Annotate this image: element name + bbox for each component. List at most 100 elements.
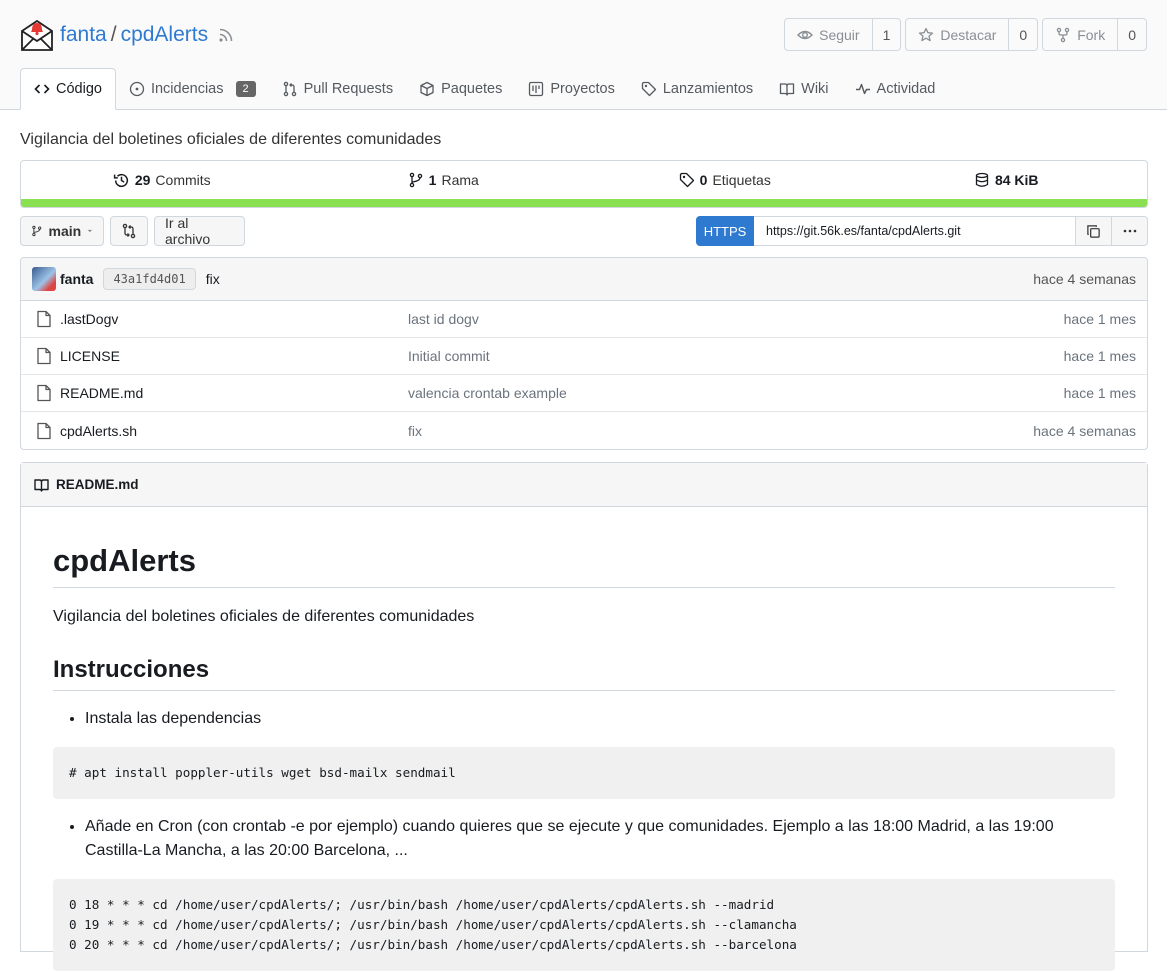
file-name[interactable]: README.md (60, 385, 400, 401)
file-commit-time: hace 1 mes (1063, 348, 1136, 364)
copy-url-button[interactable] (1076, 216, 1112, 246)
commits-label: Commits (155, 172, 211, 188)
tab-packages[interactable]: Paquetes (406, 68, 515, 110)
readme-step-list: Añade en Cron (con crontab -e por ejempl… (53, 815, 1115, 863)
repo-separator: / (110, 23, 117, 46)
file-row[interactable]: LICENSE Initial commit hace 1 mes (21, 338, 1147, 375)
compare-icon (122, 223, 136, 239)
latest-commit: fanta 43a1fd4d01 fix hace 4 semanas (21, 258, 1147, 301)
readme-filename[interactable]: README.md (56, 477, 139, 492)
clone-protocol-button[interactable]: HTTPS (696, 216, 754, 246)
commits-count: 29 (134, 172, 151, 188)
repo-title: fanta / cpdAlerts (20, 16, 234, 54)
watch-label: Seguir (819, 26, 860, 43)
readme-section-heading: Instrucciones (53, 656, 1115, 691)
readme-header: README.md (21, 463, 1147, 507)
tab-activity[interactable]: Actividad (842, 68, 949, 110)
branches-count: 1 (428, 172, 437, 188)
star-count[interactable]: 0 (1009, 19, 1037, 50)
branches-label: Rama (441, 172, 479, 188)
copy-icon (1087, 224, 1100, 238)
repo-tabs: Código Incidencias 2 Pull Requests Paque… (20, 68, 948, 110)
tab-packages-label: Paquetes (441, 81, 503, 97)
repo-name-link[interactable]: cpdAlerts (121, 23, 209, 47)
size-stat: 84 KiB (866, 172, 1148, 188)
tab-projects-label: Proyectos (550, 81, 615, 97)
file-commit-time: hace 4 semanas (1033, 422, 1136, 439)
file-name[interactable]: .lastDogv (60, 311, 400, 327)
file-icon (37, 310, 51, 328)
code-block: 0 18 * * * cd /home/user/cpdAlerts/; /us… (53, 879, 1115, 971)
go-to-file-button[interactable]: Ir al archivo (154, 215, 245, 247)
watch-count[interactable]: 1 (873, 19, 901, 50)
commit-message[interactable]: fix (206, 271, 220, 287)
file-row[interactable]: cpdAlerts.sh fix hace 4 semanas (21, 412, 1147, 449)
file-commit-message[interactable]: Initial commit (408, 348, 490, 364)
file-row[interactable]: README.md valencia crontab example hace … (21, 375, 1147, 412)
code-icon (34, 84, 50, 94)
tab-code[interactable]: Código (20, 68, 116, 110)
tab-wiki-label: Wiki (801, 81, 829, 97)
star-button[interactable]: Destacar 0 (905, 18, 1039, 51)
project-icon (529, 81, 544, 97)
branches-stat[interactable]: 1 Rama (303, 172, 585, 188)
more-options-button[interactable] (1112, 216, 1148, 246)
readme-step-list: Instala las dependencias (53, 707, 1115, 731)
tab-issues-label: Incidencias (150, 81, 224, 97)
book-icon (779, 83, 795, 96)
issues-count-badge: 2 (235, 81, 256, 97)
tab-issues[interactable]: Incidencias 2 (116, 68, 269, 110)
file-commit-message[interactable]: last id dogv (408, 311, 479, 327)
fork-button[interactable]: Fork 0 (1042, 18, 1147, 51)
tab-pull-requests[interactable]: Pull Requests (269, 68, 406, 110)
watch-button[interactable]: Seguir 1 (784, 18, 902, 51)
package-icon (420, 81, 434, 97)
language-bar[interactable] (21, 199, 1147, 207)
tab-projects[interactable]: Proyectos (515, 68, 627, 110)
clone-url-input[interactable]: https://git.56k.es/fanta/cpdAlerts.git (754, 216, 1076, 246)
clone-panel: HTTPS https://git.56k.es/fanta/cpdAlerts… (696, 216, 1148, 246)
star-icon (919, 27, 934, 41)
fork-icon (1056, 27, 1070, 42)
readme-content: cpdAlerts Vigilancia del boletines ofici… (21, 543, 1147, 971)
repo-stats: 29 Commits 1 Rama 0 Etiquetas 84 KiB (20, 160, 1148, 208)
tab-releases[interactable]: Lanzamientos (628, 68, 766, 110)
tags-label: Etiquetas (712, 172, 771, 188)
mail-bell-icon (21, 19, 53, 51)
file-commit-message[interactable]: fix (408, 423, 422, 439)
tab-releases-label: Lanzamientos (662, 81, 754, 97)
book-icon (34, 478, 49, 492)
fork-count[interactable]: 0 (1118, 19, 1146, 50)
tab-wiki[interactable]: Wiki (766, 68, 841, 110)
branch-selector[interactable]: main (20, 216, 104, 246)
database-icon (975, 172, 989, 187)
file-icon (37, 384, 51, 402)
file-row[interactable]: .lastDogv last id dogv hace 1 mes (21, 301, 1147, 338)
readme-step: Instala las dependencias (85, 707, 1115, 731)
readme-step: Añade en Cron (con crontab -e por ejempl… (85, 815, 1115, 863)
file-commit-message[interactable]: valencia crontab example (408, 385, 567, 401)
pulse-icon (855, 83, 870, 95)
commit-sha[interactable]: 43a1fd4d01 (103, 268, 196, 290)
file-commit-time: hace 1 mes (1063, 385, 1136, 401)
rss-icon[interactable] (218, 27, 234, 43)
avatar[interactable] (32, 267, 56, 291)
fork-label: Fork (1077, 26, 1106, 43)
file-name[interactable]: cpdAlerts.sh (60, 423, 400, 439)
commit-time: hace 4 semanas (1033, 271, 1136, 287)
repo-owner-link[interactable]: fanta (60, 23, 107, 47)
eye-icon (797, 30, 814, 39)
file-list: fanta 43a1fd4d01 fix hace 4 semanas .las… (20, 257, 1148, 450)
tags-stat[interactable]: 0 Etiquetas (584, 172, 866, 188)
file-name[interactable]: LICENSE (60, 348, 400, 364)
caret-down-icon (87, 229, 93, 233)
tag-icon (641, 81, 657, 97)
commit-author[interactable]: fanta (60, 271, 93, 287)
branch-icon (409, 172, 422, 188)
history-icon (113, 173, 128, 187)
tab-code-label: Código (56, 81, 102, 97)
file-icon (37, 422, 51, 439)
compare-button[interactable] (110, 216, 148, 246)
pull-request-icon (283, 81, 296, 97)
commits-stat[interactable]: 29 Commits (21, 172, 303, 189)
